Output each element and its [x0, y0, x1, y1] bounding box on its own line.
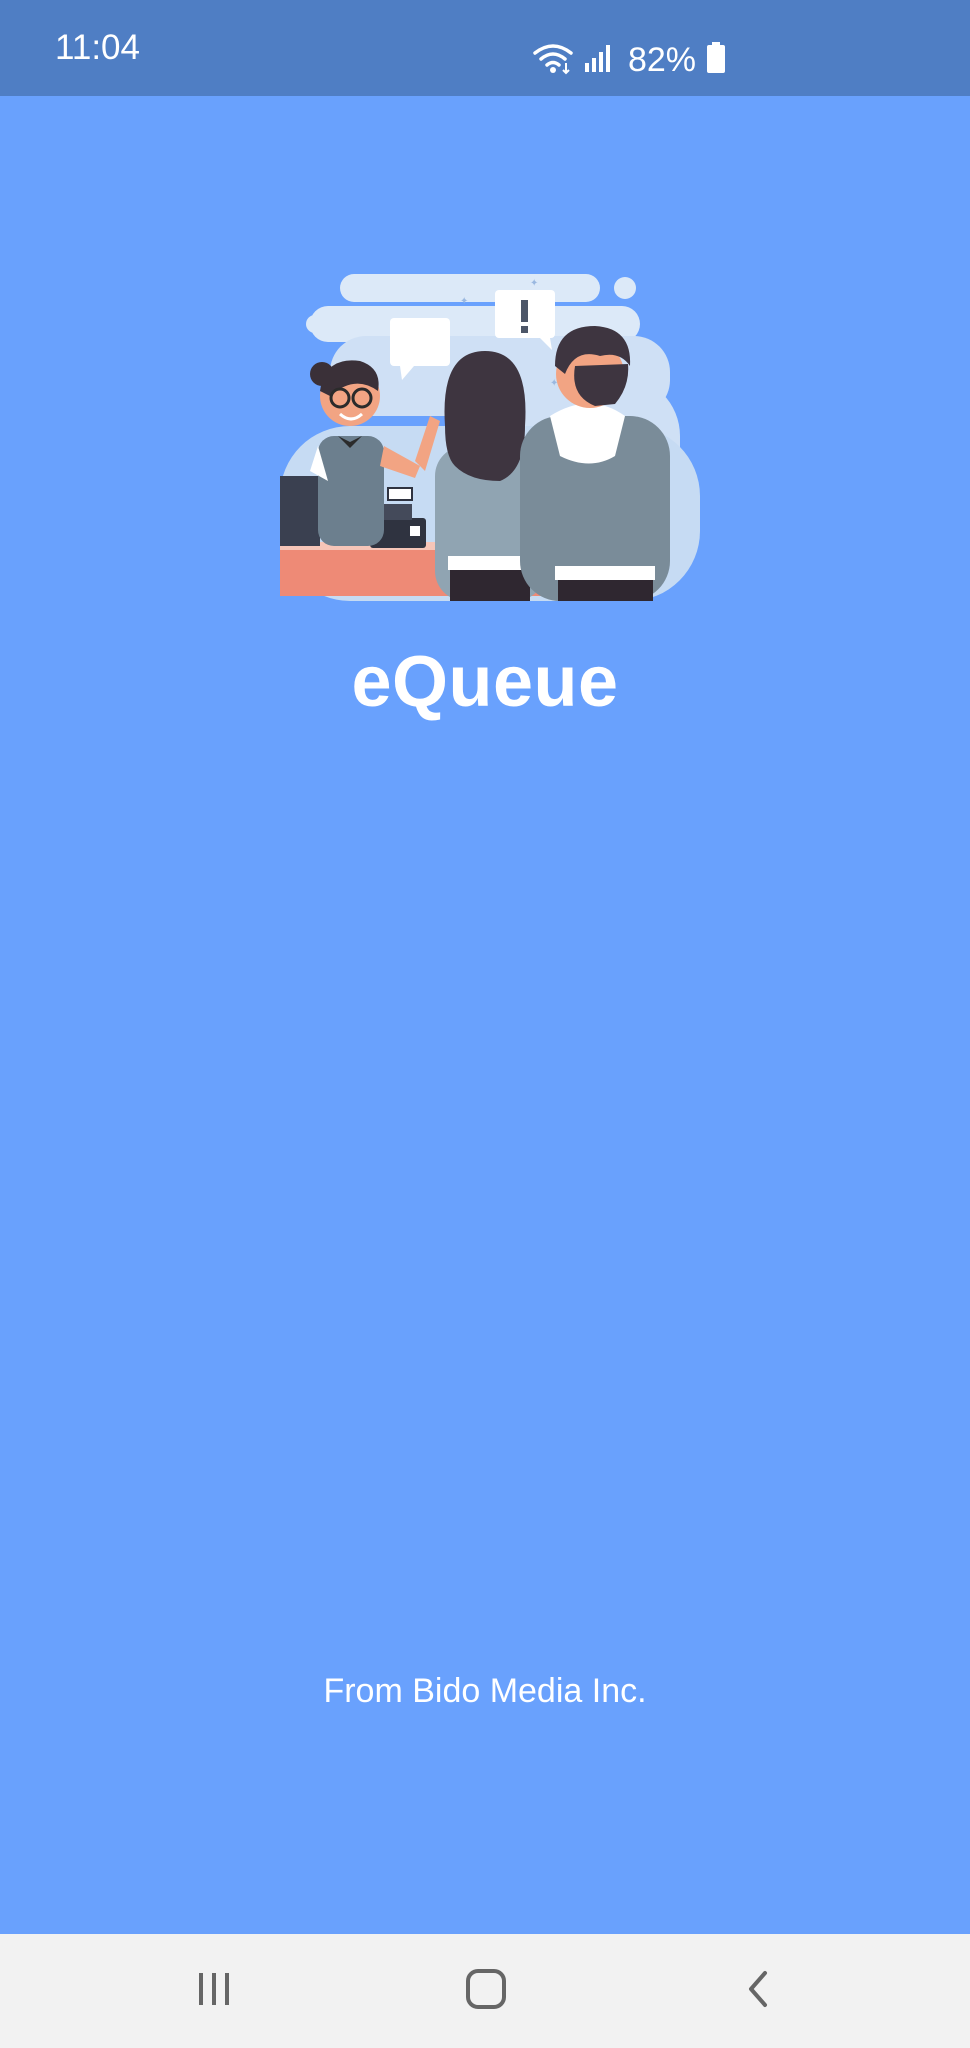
- queue-illustration: ✦ ✦ ✦: [270, 256, 700, 601]
- recent-apps-icon: [194, 1971, 234, 2012]
- battery-percent: 82%: [627, 40, 696, 79]
- back-button[interactable]: [718, 1956, 798, 2026]
- battery-icon: [706, 41, 726, 79]
- home-icon: [464, 1967, 508, 2016]
- back-icon: [743, 1969, 773, 2014]
- wifi-icon: [532, 41, 574, 80]
- signal-icon: [584, 43, 612, 78]
- svg-text:✦: ✦: [460, 296, 468, 307]
- app-title: eQueue: [351, 642, 619, 722]
- status-bar: 11:04 82%: [0, 0, 970, 96]
- svg-text:✦: ✦: [530, 278, 538, 289]
- home-button[interactable]: [446, 1956, 526, 2026]
- status-time: 11:04: [55, 28, 140, 67]
- recent-apps-button[interactable]: [174, 1956, 254, 2026]
- status-icons: 82%: [532, 38, 726, 82]
- splash-screen: ✦ ✦ ✦ eQueue From Bido Media Inc.: [0, 96, 970, 1934]
- navigation-bar: [0, 1934, 970, 2048]
- publisher-label: From Bido Media Inc.: [323, 1672, 647, 1710]
